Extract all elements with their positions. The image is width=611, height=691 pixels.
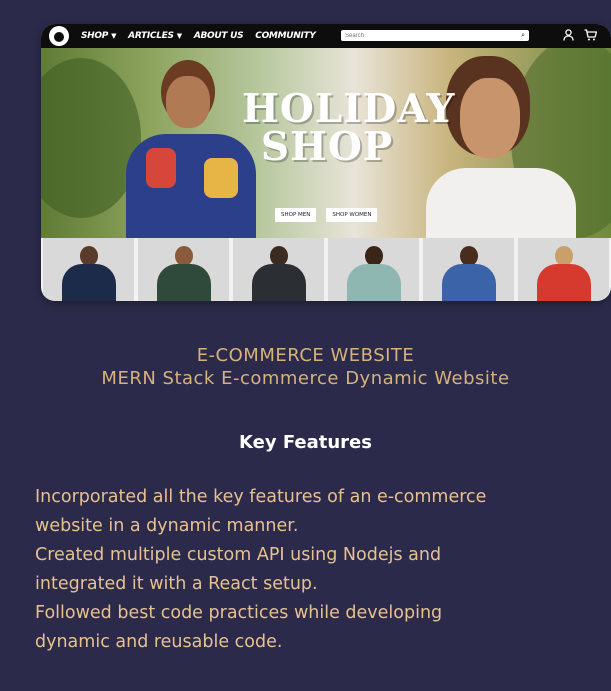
- product-thumbnail[interactable]: [138, 238, 229, 301]
- nav-item-about-us[interactable]: ABOUT US: [193, 31, 244, 41]
- feature-line: website in a dynamic manner.: [35, 516, 299, 536]
- nav-item-label: SHOP: [81, 31, 109, 41]
- banner-buttons: SHOP MEN SHOP WOMEN: [275, 208, 378, 222]
- product-thumbnail[interactable]: [43, 238, 134, 301]
- features-list: Incorporated all the key features of an …: [35, 483, 611, 657]
- shop-women-button[interactable]: SHOP WOMEN: [326, 208, 378, 222]
- feature-line: Followed best code practices while devel…: [35, 603, 443, 623]
- nav-item-community[interactable]: COMMUNITY: [255, 31, 316, 41]
- website-preview-card: SHOP ▼ ARTICLES ▼ ABOUT US COMMUNITY ⌕: [41, 24, 611, 301]
- banner-title-line1: HOLIDAY: [242, 86, 456, 132]
- feature-line: Created multiple custom API using Nodejs…: [35, 545, 442, 565]
- shop-men-button[interactable]: SHOP MEN: [275, 208, 317, 222]
- nav-item-articles[interactable]: ARTICLES ▼: [128, 31, 182, 41]
- model-man-image: [126, 48, 256, 238]
- nav-item-label: ABOUT US: [193, 31, 244, 41]
- product-thumbnail[interactable]: [328, 238, 419, 301]
- chevron-down-icon: ▼: [176, 32, 182, 40]
- search-input[interactable]: [341, 32, 519, 39]
- project-title: E-COMMERCE WEBSITE: [196, 345, 415, 366]
- logo-icon[interactable]: [49, 26, 69, 46]
- cart-icon[interactable]: [584, 29, 598, 44]
- key-features-heading: Key Features: [239, 432, 372, 453]
- user-icon[interactable]: [563, 29, 574, 44]
- model-woman-image: [426, 48, 576, 238]
- nav-item-shop[interactable]: SHOP ▼: [81, 31, 116, 41]
- nav-menu: SHOP ▼ ARTICLES ▼ ABOUT US COMMUNITY: [81, 31, 316, 41]
- banner-title-line2: SHOP: [260, 124, 394, 170]
- feature-line: integrated it with a React setup.: [35, 574, 318, 594]
- chevron-down-icon: ▼: [111, 32, 117, 40]
- hero-banner: HOLIDAY SHOP SHOP MEN SHOP WOMEN: [41, 48, 611, 238]
- nav-item-label: ARTICLES: [128, 31, 174, 41]
- banner-title: HOLIDAY SHOP: [242, 86, 456, 170]
- search-bar: ⌕: [341, 30, 529, 41]
- project-subtitle: MERN Stack E-commerce Dynamic Website: [101, 368, 510, 389]
- feature-line: Incorporated all the key features of an …: [35, 487, 487, 507]
- product-thumbnail-strip: [41, 238, 611, 301]
- product-thumbnail[interactable]: [518, 238, 609, 301]
- nav-item-label: COMMUNITY: [255, 31, 316, 41]
- search-icon[interactable]: ⌕: [521, 31, 525, 40]
- feature-line: dynamic and reusable code.: [35, 632, 283, 652]
- nav-actions: [563, 29, 598, 44]
- navbar: SHOP ▼ ARTICLES ▼ ABOUT US COMMUNITY ⌕: [41, 24, 611, 48]
- product-thumbnail[interactable]: [423, 238, 514, 301]
- product-thumbnail[interactable]: [233, 238, 324, 301]
